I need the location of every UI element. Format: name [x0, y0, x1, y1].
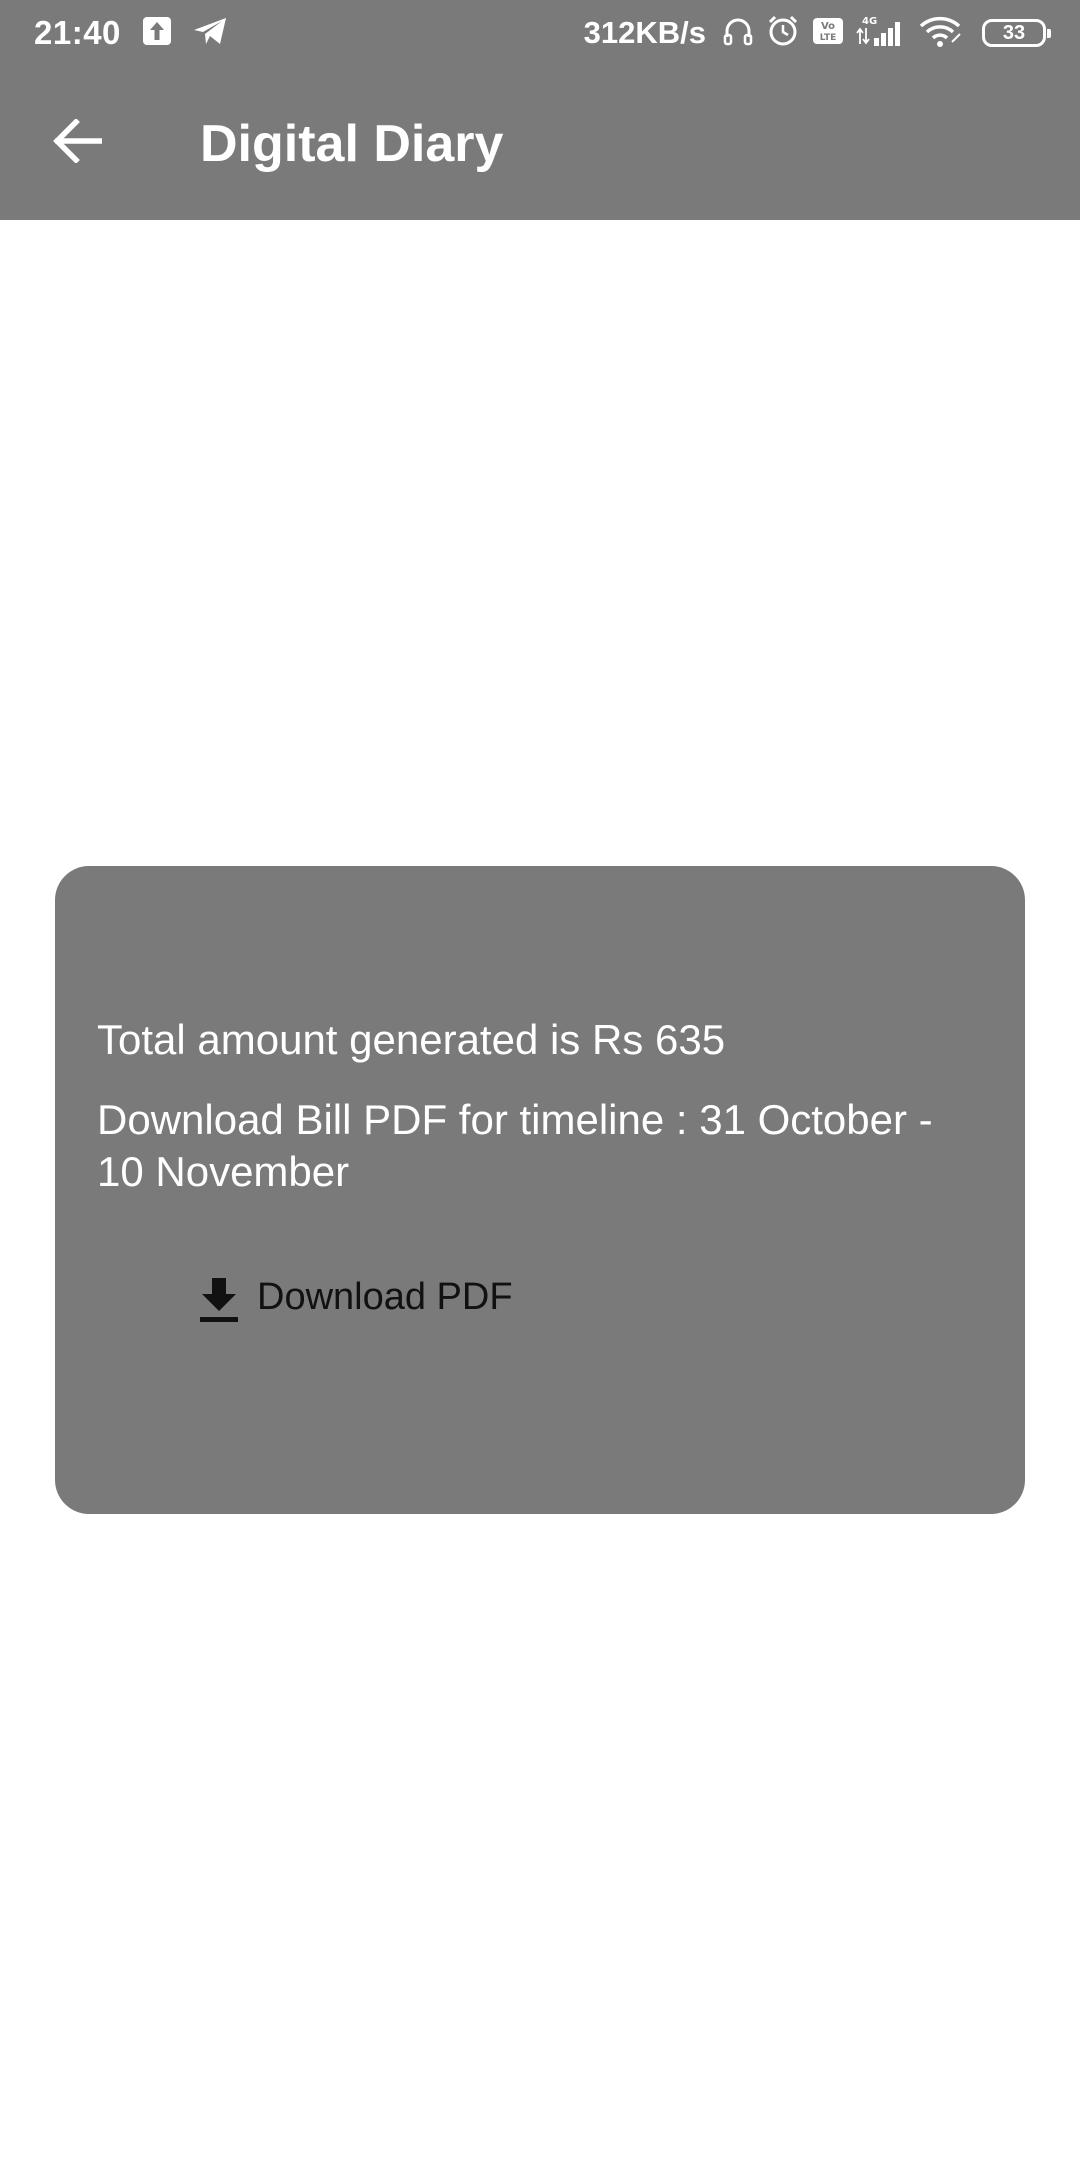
app-bar: Digital Diary: [0, 66, 1080, 220]
svg-text:Vo: Vo: [821, 21, 835, 32]
headphones-icon: [722, 15, 754, 52]
alarm-icon: [766, 14, 800, 53]
telegram-icon: [192, 16, 228, 51]
signal-icon: 4G: [856, 14, 906, 53]
volte-icon: Vo LTE: [812, 16, 844, 51]
svg-text:4G: 4G: [862, 16, 877, 27]
wifi-icon: [918, 14, 964, 53]
total-amount-text: Total amount generated is Rs 635: [97, 1016, 726, 1063]
download-icon: [197, 1276, 241, 1324]
page-title: Digital Diary: [200, 115, 504, 173]
arrow-back-icon: [52, 117, 103, 168]
status-left-icons: [142, 16, 228, 50]
battery-icon: 33: [982, 19, 1051, 47]
status-right: 312KB/s Vo LTE 4G 33: [583, 14, 1051, 53]
bill-card: Total amount generated is Rs 635 Downloa…: [55, 866, 1025, 1514]
timeline-text: Download Bill PDF for timeline : 31 Octo…: [97, 1096, 933, 1195]
download-pdf-button[interactable]: Download PDF: [137, 1262, 537, 1332]
svg-text:LTE: LTE: [820, 33, 837, 43]
back-button[interactable]: [36, 110, 118, 176]
upload-icon: [142, 16, 172, 51]
status-bar: 21:40 312KB/s Vo LTE 4G 33: [0, 0, 1080, 66]
header: 21:40 312KB/s Vo LTE 4G 33 Digital Diary: [0, 0, 1080, 220]
status-time: 21:40: [34, 14, 121, 51]
download-pdf-label: Download PDF: [257, 1275, 513, 1318]
battery-level: 33: [1002, 21, 1026, 44]
net-speed: 312KB/s: [583, 15, 706, 50]
